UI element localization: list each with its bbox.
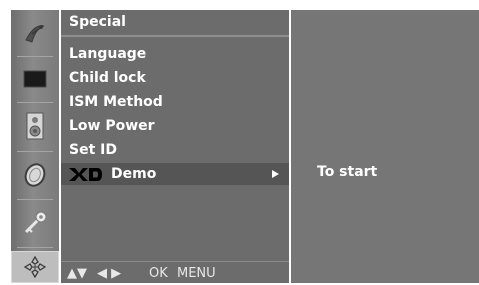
special-options-icon: [23, 255, 47, 279]
menu-item-low-power[interactable]: Low Power: [61, 115, 289, 137]
picture-screen-icon: [23, 70, 47, 88]
leftright-arrows-hint: ◀ ▶: [97, 266, 122, 281]
menu-item-language[interactable]: Language: [61, 43, 289, 65]
menu-item-xd-demo[interactable]: Demo: [61, 163, 289, 185]
submenu-option-to-start[interactable]: To start: [317, 164, 377, 180]
submenu-panel: To start: [291, 10, 479, 283]
xd-logo: [69, 168, 102, 181]
ok-hint: OK: [149, 266, 168, 281]
menu-item-label: Demo: [111, 166, 157, 182]
separator: [17, 247, 53, 248]
separator: [17, 199, 53, 200]
clock-time-icon: [24, 163, 46, 187]
updown-arrows-hint: ▲▼: [67, 266, 87, 281]
menu-item-label: Set ID: [69, 142, 117, 158]
separator: [17, 56, 53, 57]
menu-item-label: Low Power: [69, 118, 155, 134]
separator: [17, 151, 53, 152]
menu-item-child-lock[interactable]: Child lock: [61, 67, 289, 89]
tv-osd-screen: Special Language Child lock ISM Method L…: [0, 0, 479, 285]
speaker-sound-icon: [26, 112, 44, 140]
separator: [17, 102, 53, 103]
category-time[interactable]: [11, 156, 59, 194]
category-lock[interactable]: [11, 204, 59, 242]
category-special[interactable]: [11, 251, 59, 283]
menu-item-ism-method[interactable]: ISM Method: [61, 91, 289, 113]
special-menu-panel: Special Language Child lock ISM Method L…: [61, 10, 289, 283]
title-divider: [61, 35, 289, 37]
menu-hint: MENU: [177, 266, 216, 281]
menu-title: Special: [69, 14, 126, 30]
menu-category-strip: [11, 10, 59, 283]
satellite-dish-icon: [25, 25, 45, 43]
category-picture[interactable]: [11, 60, 59, 98]
menu-item-set-id[interactable]: Set ID: [61, 139, 289, 161]
menu-item-label: Child lock: [69, 70, 146, 86]
key-lock-icon: [24, 211, 47, 234]
navigation-hint-bar: ▲▼ ◀ ▶ OK MENU: [61, 261, 289, 284]
category-station[interactable]: [11, 14, 59, 52]
submenu-arrow-icon: [272, 170, 279, 178]
category-sound[interactable]: [11, 107, 59, 145]
menu-item-label: ISM Method: [69, 94, 163, 110]
menu-item-label: Language: [69, 46, 147, 62]
